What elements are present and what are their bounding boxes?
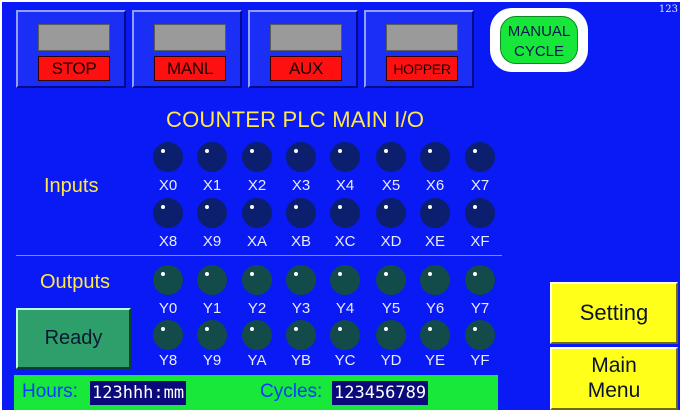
inputs-label-x4: X4 <box>335 177 355 194</box>
inputs-label-xb: XB <box>290 233 311 250</box>
outputs-label-yf: YF <box>470 352 490 369</box>
inputs-label-x0: X0 <box>158 177 178 194</box>
outputs-led-yc <box>330 320 360 350</box>
hopper-button[interactable]: HOPPER <box>386 56 458 81</box>
inputs-label-xc: XC <box>334 233 356 250</box>
inputs-label-x8: X8 <box>158 233 178 250</box>
inputs-label-x2: X2 <box>247 177 267 194</box>
aux-button[interactable]: AUX <box>270 56 342 81</box>
outputs-led-y5 <box>376 265 406 295</box>
setting-button[interactable]: Setting <box>550 282 678 344</box>
inputs-label: Inputs <box>44 175 99 197</box>
hours-value: 123hhh:mm <box>90 381 187 405</box>
inputs-label-xe: XE <box>424 233 445 250</box>
outputs-led-y8 <box>153 320 183 350</box>
manl-indicator-panel: MANL <box>132 10 242 88</box>
outputs-label-yb: YB <box>290 352 311 369</box>
inputs-led-x9 <box>197 198 227 228</box>
outputs-label-yc: YC <box>334 352 356 369</box>
inputs-label-x5: X5 <box>381 177 401 194</box>
outputs-led-y3 <box>286 265 316 295</box>
inputs-led-x8 <box>153 198 183 228</box>
inputs-led-xa <box>242 198 272 228</box>
inputs-led-x5 <box>376 142 406 172</box>
manual-cycle-label-line2: CYCLE <box>513 43 565 60</box>
inputs-led-xb <box>286 198 316 228</box>
status-bar: Hours: 123hhh:mm Cycles: 123456789 <box>14 375 498 410</box>
outputs-led-yb <box>286 320 316 350</box>
stop-indicator-panel: STOP <box>16 10 126 88</box>
outputs-label-y9: Y9 <box>202 352 222 369</box>
inputs-label-x9: X9 <box>202 233 222 250</box>
outputs-label-y7: Y7 <box>470 300 490 317</box>
inputs-led-x3 <box>286 142 316 172</box>
hopper-indicator-panel: HOPPER <box>364 10 474 88</box>
manual-cycle-button[interactable]: MANUAL CYCLE <box>490 8 588 72</box>
inputs-label-x6: X6 <box>425 177 445 194</box>
hours-label: Hours: <box>22 381 78 402</box>
inputs-label-x3: X3 <box>291 177 311 194</box>
outputs-led-ye <box>420 320 450 350</box>
inputs-label-xa: XA <box>246 233 267 250</box>
hmi-screen: STOP MANL AUX HOPPER MANUAL CYCLE 123 CO… <box>2 2 680 410</box>
manl-button[interactable]: MANL <box>154 56 226 81</box>
inputs-label-x1: X1 <box>202 177 222 194</box>
inputs-led-x6 <box>420 142 450 172</box>
outputs-label-y4: Y4 <box>335 300 355 317</box>
outputs-led-yf <box>465 320 495 350</box>
manl-lamp <box>154 24 226 51</box>
outputs-label-ya: YA <box>247 352 267 369</box>
outputs-label: Outputs <box>40 271 111 293</box>
manual-cycle-label-line1: MANUAL <box>507 23 571 40</box>
outputs-label-y6: Y6 <box>425 300 445 317</box>
outputs-led-ya <box>242 320 272 350</box>
outputs-label-y5: Y5 <box>381 300 401 317</box>
outputs-label-y8: Y8 <box>158 352 178 369</box>
inputs-led-x7 <box>465 142 495 172</box>
inputs-led-x2 <box>242 142 272 172</box>
inputs-label-xf: XF <box>470 233 490 250</box>
outputs-led-y6 <box>420 265 450 295</box>
inputs-led-x0 <box>153 142 183 172</box>
outputs-led-y1 <box>197 265 227 295</box>
outputs-led-y9 <box>197 320 227 350</box>
main-menu-label-line2: Menu <box>587 379 641 402</box>
inputs-led-xc <box>330 198 360 228</box>
outputs-label-y1: Y1 <box>202 300 222 317</box>
outputs-label-yd: YD <box>380 352 402 369</box>
stop-button[interactable]: STOP <box>38 56 110 81</box>
corner-number: 123 <box>658 4 678 15</box>
aux-indicator-panel: AUX <box>248 10 358 88</box>
aux-lamp <box>270 24 342 51</box>
outputs-led-yd <box>376 320 406 350</box>
hopper-lamp <box>386 24 458 51</box>
outputs-label-ye: YE <box>424 352 445 369</box>
inputs-led-x1 <box>197 142 227 172</box>
main-menu-label-line1: Main <box>591 354 637 377</box>
cycles-value: 123456789 <box>332 381 429 405</box>
inputs-led-x4 <box>330 142 360 172</box>
main-menu-button[interactable]: Main Menu <box>550 347 678 410</box>
cycles-label: Cycles: <box>260 381 323 402</box>
inputs-label-xd: XD <box>380 233 402 250</box>
page-title: COUNTER PLC MAIN I/O <box>166 107 425 132</box>
inputs-label-x7: X7 <box>470 177 490 194</box>
outputs-label-y0: Y0 <box>158 300 178 317</box>
stop-lamp <box>38 24 110 51</box>
section-divider <box>16 255 502 256</box>
outputs-led-y2 <box>242 265 272 295</box>
outputs-led-y4 <box>330 265 360 295</box>
inputs-led-xf <box>465 198 495 228</box>
outputs-label-y3: Y3 <box>291 300 311 317</box>
ready-button[interactable]: Ready <box>16 308 131 369</box>
outputs-led-y7 <box>465 265 495 295</box>
outputs-label-y2: Y2 <box>247 300 267 317</box>
inputs-led-xd <box>376 198 406 228</box>
inputs-led-xe <box>420 198 450 228</box>
outputs-led-y0 <box>153 265 183 295</box>
